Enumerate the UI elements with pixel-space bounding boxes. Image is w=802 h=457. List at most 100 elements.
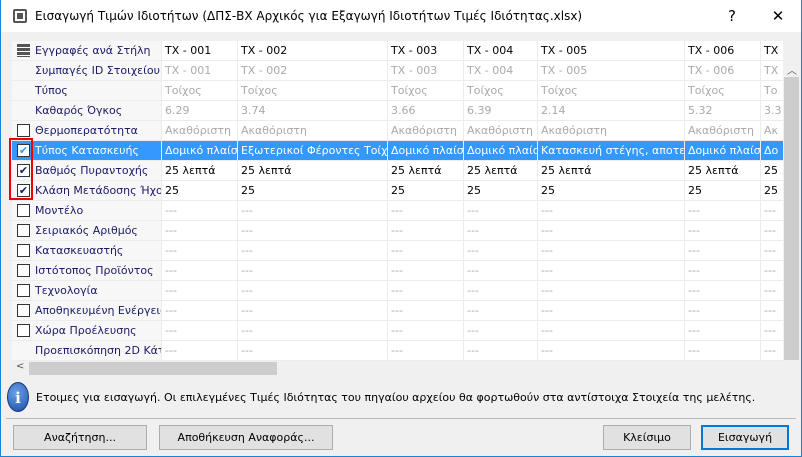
- table-row[interactable]: Μοντέλο --- --- --- --- --- --- ---: [12, 201, 783, 221]
- table-cell[interactable]: TX - 006: [685, 61, 761, 80]
- table-cell[interactable]: 25: [464, 181, 538, 200]
- table-cell[interactable]: ---: [238, 341, 388, 360]
- table-cell[interactable]: 25 λεπτά: [388, 161, 464, 180]
- table-cell[interactable]: ---: [162, 281, 238, 300]
- table-cell[interactable]: ---: [464, 241, 538, 260]
- table-cell[interactable]: ---: [538, 341, 685, 360]
- table-cell[interactable]: 2.14: [538, 101, 685, 120]
- table-cell[interactable]: 25: [761, 181, 783, 200]
- table-cell[interactable]: Δομικό πλαίσιο: [162, 141, 238, 160]
- table-cell[interactable]: Δομικό πλαίσιο: [388, 141, 464, 160]
- table-cell[interactable]: TX - 003: [388, 61, 464, 80]
- table-row[interactable]: ✔Τύπος ΚατασκευήςΔομικό πλαίσιοΕξωτερικο…: [12, 141, 783, 161]
- table-cell[interactable]: 3.74: [238, 101, 388, 120]
- table-cell[interactable]: 3.66: [388, 101, 464, 120]
- table-cell[interactable]: ---: [538, 261, 685, 280]
- table-cell[interactable]: TX - 001: [162, 41, 238, 60]
- table-cell[interactable]: Ακαθόριστη: [538, 121, 685, 140]
- row-checkbox[interactable]: [17, 284, 30, 297]
- table-cell[interactable]: ---: [685, 261, 761, 280]
- table-cell[interactable]: ---: [238, 201, 388, 220]
- table-cell[interactable]: ---: [388, 201, 464, 220]
- table-cell[interactable]: ---: [238, 281, 388, 300]
- table-cell[interactable]: Εξωτερικοί Φέροντες Τοίχοι: [238, 141, 388, 160]
- table-cell[interactable]: ---: [162, 201, 238, 220]
- horizontal-scroll-thumb[interactable]: [29, 362, 277, 375]
- table-cell[interactable]: ---: [238, 261, 388, 280]
- scroll-up-icon[interactable]: ︿: [787, 62, 797, 77]
- table-cell[interactable]: TX - 005: [538, 61, 685, 80]
- table-cell[interactable]: TX - 003: [388, 41, 464, 60]
- table-cell[interactable]: ---: [388, 221, 464, 240]
- table-cell[interactable]: TX - 004: [464, 61, 538, 80]
- close-button[interactable]: Κλείσιμο: [603, 425, 691, 450]
- table-cell[interactable]: TX - 002: [238, 61, 388, 80]
- row-checkbox[interactable]: ✔: [17, 164, 30, 177]
- search-button[interactable]: Αναζήτηση...: [13, 425, 147, 450]
- table-cell[interactable]: ---: [388, 261, 464, 280]
- table-cell[interactable]: ---: [464, 221, 538, 240]
- row-checkbox[interactable]: [17, 224, 30, 237]
- table-cell[interactable]: Τοίχος: [685, 81, 761, 100]
- table-cell[interactable]: TX - 006: [685, 41, 761, 60]
- table-cell[interactable]: 25: [238, 181, 388, 200]
- table-cell[interactable]: ---: [162, 301, 238, 320]
- table-cell[interactable]: ---: [685, 281, 761, 300]
- table-cell[interactable]: ---: [538, 221, 685, 240]
- scroll-left-icon[interactable]: <: [16, 361, 24, 372]
- table-cell[interactable]: 25 λεπτά: [685, 161, 761, 180]
- table-cell[interactable]: ---: [761, 281, 783, 300]
- table-cell[interactable]: ---: [162, 341, 238, 360]
- table-cell[interactable]: ---: [685, 321, 761, 340]
- table-cell[interactable]: TX - 001: [162, 61, 238, 80]
- table-cell[interactable]: ---: [162, 321, 238, 340]
- table-cell[interactable]: 25: [388, 181, 464, 200]
- table-cell[interactable]: ---: [761, 261, 783, 280]
- row-checkbox[interactable]: [17, 244, 30, 257]
- table-cell[interactable]: ---: [685, 301, 761, 320]
- table-cell[interactable]: ---: [162, 221, 238, 240]
- table-cell[interactable]: ---: [538, 321, 685, 340]
- table-row[interactable]: Εγγραφές ανά Στήλη TX - 001 TX - 002 TX - 0…: [12, 41, 783, 61]
- table-cell[interactable]: ---: [761, 341, 783, 360]
- table-cell[interactable]: ---: [685, 221, 761, 240]
- table-cell[interactable]: ---: [162, 261, 238, 280]
- table-cell[interactable]: ---: [538, 281, 685, 300]
- table-cell[interactable]: ---: [538, 201, 685, 220]
- table-cell[interactable]: Ακαθόριστη: [238, 121, 388, 140]
- row-checkbox[interactable]: [17, 304, 30, 317]
- table-cell[interactable]: ---: [388, 341, 464, 360]
- table-cell[interactable]: ---: [162, 241, 238, 260]
- table-cell[interactable]: TX: [761, 41, 783, 60]
- table-cell[interactable]: Κατασκευή στέγης, αποτελούμενη: [538, 141, 685, 160]
- table-cell[interactable]: Τοίχος: [162, 81, 238, 100]
- table-cell[interactable]: Τοίχος: [388, 81, 464, 100]
- table-cell[interactable]: 25: [685, 181, 761, 200]
- table-cell[interactable]: ---: [464, 281, 538, 300]
- row-checkbox[interactable]: [17, 324, 30, 337]
- table-row[interactable]: Συμπαγές ID Στοιχείου TX - 001 TX - 002 TX …: [12, 61, 783, 81]
- table-cell[interactable]: 25: [538, 181, 685, 200]
- table-cell[interactable]: Τοίχος: [538, 81, 685, 100]
- table-cell[interactable]: ---: [685, 201, 761, 220]
- table-cell[interactable]: TX - 002: [238, 41, 388, 60]
- table-cell[interactable]: ---: [388, 241, 464, 260]
- table-grid-icon[interactable]: [17, 44, 30, 57]
- table-cell[interactable]: 25 λεπτά: [238, 161, 388, 180]
- table-cell[interactable]: Ακαθόριστη: [162, 121, 238, 140]
- table-cell[interactable]: TX - 004: [464, 41, 538, 60]
- table-row[interactable]: Ιστότοπος Προϊόντος --- --- --- --- --- --- ---: [12, 261, 783, 281]
- table-cell[interactable]: ---: [761, 321, 783, 340]
- table-cell[interactable]: 3.3: [761, 101, 783, 120]
- table-row[interactable]: Κατασκευαστής --- --- --- --- --- --- ---: [12, 241, 783, 261]
- table-cell[interactable]: ---: [238, 321, 388, 340]
- table-cell[interactable]: ---: [761, 221, 783, 240]
- help-button[interactable]: ?: [709, 0, 755, 32]
- table-cell[interactable]: ---: [388, 281, 464, 300]
- import-button[interactable]: Εισαγωγή: [701, 425, 789, 450]
- table-cell[interactable]: 25: [162, 181, 238, 200]
- table-row[interactable]: Σειριακός Αριθμός --- --- --- --- --- --- ---: [12, 221, 783, 241]
- table-cell[interactable]: 25 λεπτά: [538, 161, 685, 180]
- table-cell[interactable]: ---: [464, 341, 538, 360]
- table-cell[interactable]: ---: [538, 301, 685, 320]
